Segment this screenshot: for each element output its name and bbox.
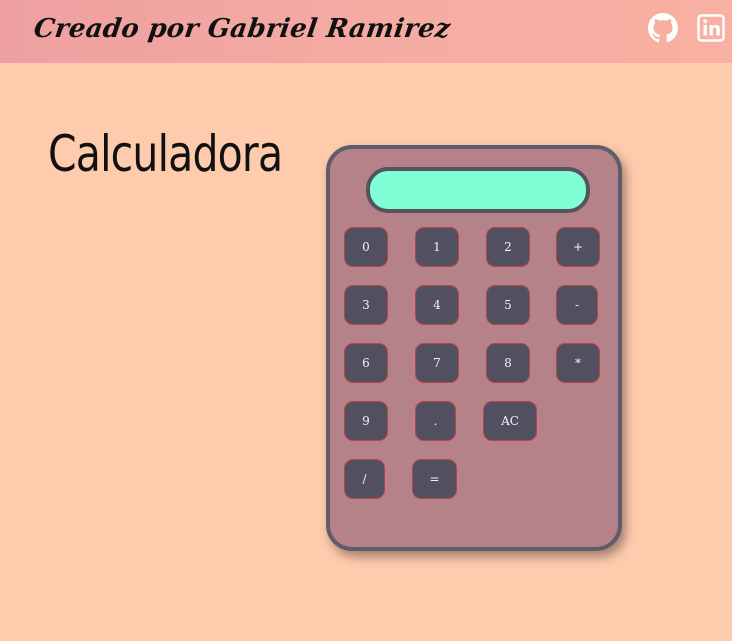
key-clear[interactable]: AC [483,401,537,441]
key-plus[interactable]: + [556,227,600,267]
linkedin-link[interactable] [696,13,726,43]
key-decimal[interactable]: . [415,401,456,441]
page-title: Calculadora [48,125,283,183]
key-5[interactable]: 5 [486,285,530,325]
key-1[interactable]: 1 [415,227,459,267]
key-4[interactable]: 4 [415,285,459,325]
key-2[interactable]: 2 [486,227,530,267]
key-multiply[interactable]: * [556,343,600,383]
calculator: 0 1 2 + 3 4 5 - 6 7 8 * 9 . AC / = [326,145,622,551]
author-credit: Creado por Gabriel Ramirez [31,14,453,44]
key-divide[interactable]: / [344,459,385,499]
key-6[interactable]: 6 [344,343,388,383]
header-bar: Creado por Gabriel Ramirez [0,0,732,63]
calculator-display [366,167,590,213]
key-equals[interactable]: = [412,459,457,499]
github-link[interactable] [648,13,678,43]
key-minus[interactable]: - [556,285,598,325]
key-0[interactable]: 0 [344,227,388,267]
linkedin-icon [697,14,725,42]
key-3[interactable]: 3 [344,285,388,325]
key-9[interactable]: 9 [344,401,388,441]
key-8[interactable]: 8 [486,343,530,383]
key-7[interactable]: 7 [415,343,459,383]
github-icon [648,13,678,43]
